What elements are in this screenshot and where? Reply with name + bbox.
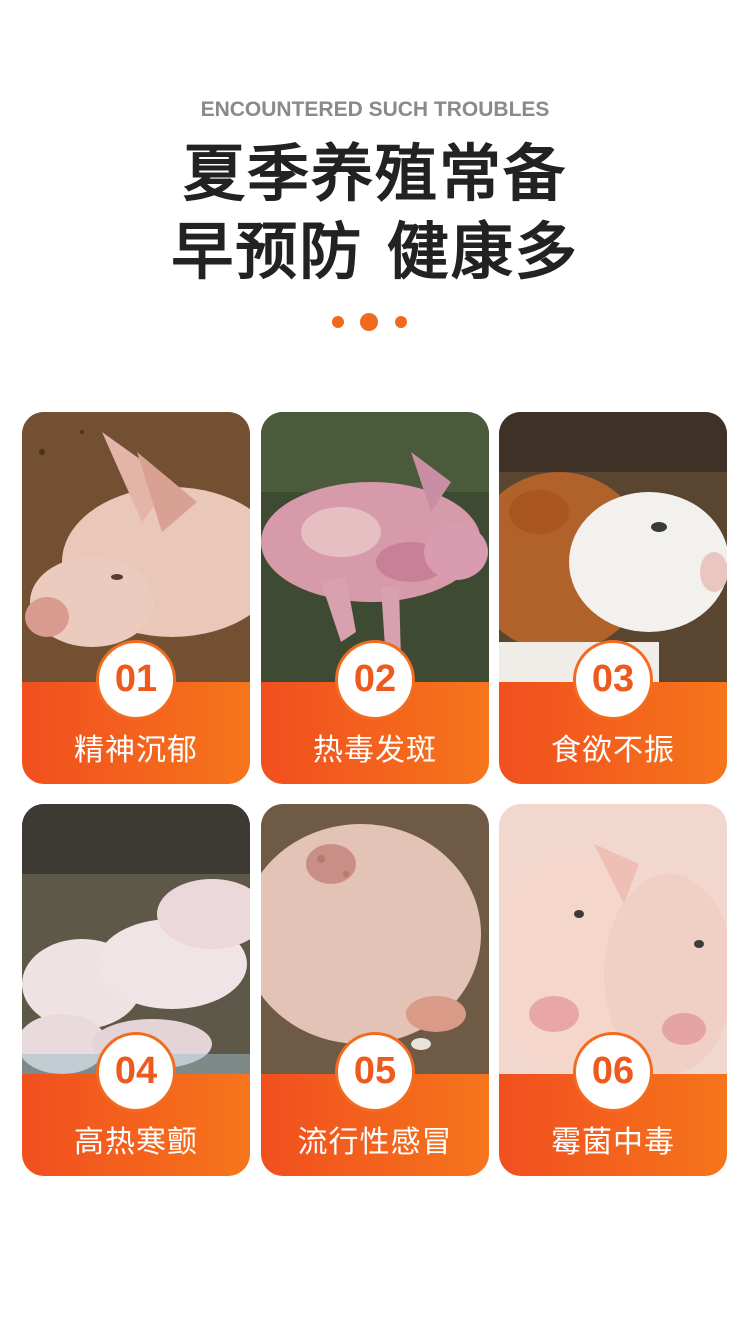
symptom-label: 热毒发斑 <box>313 733 437 768</box>
card-number-badge: 05 <box>335 1032 415 1112</box>
symptom-label: 精神沉郁 <box>74 733 198 768</box>
header-subtitle: ENCOUNTERED SUCH TROUBLES <box>200 98 550 121</box>
dot-large-center <box>360 313 378 331</box>
decorative-dots <box>0 312 750 332</box>
card-number-badge: 02 <box>335 640 415 720</box>
symptom-card-06: 06 霉菌中毒 <box>499 804 727 1176</box>
page-title-line-2: 早预防 健康多 <box>171 215 579 288</box>
symptom-label: 流行性感冒 <box>297 1125 453 1160</box>
symptom-card-02: 02 热毒发斑 <box>261 412 489 784</box>
dot-small-left <box>332 316 344 328</box>
card-number-badge: 03 <box>573 640 653 720</box>
symptom-card-05: 05 流行性感冒 <box>261 804 489 1176</box>
symptom-label: 食欲不振 <box>551 733 675 768</box>
card-number-badge: 06 <box>573 1032 653 1112</box>
symptom-card-01: 01 精神沉郁 <box>22 412 250 784</box>
card-number-badge: 04 <box>96 1032 176 1112</box>
dot-small-right <box>395 316 407 328</box>
symptom-card-04: 04 高热寒颤 <box>22 804 250 1176</box>
symptom-card-03: 03 食欲不振 <box>499 412 727 784</box>
page-title-line-1: 夏季养殖常备 <box>182 137 567 210</box>
card-number-badge: 01 <box>96 640 176 720</box>
symptom-label: 高热寒颤 <box>74 1125 198 1160</box>
symptom-label: 霉菌中毒 <box>551 1125 675 1160</box>
